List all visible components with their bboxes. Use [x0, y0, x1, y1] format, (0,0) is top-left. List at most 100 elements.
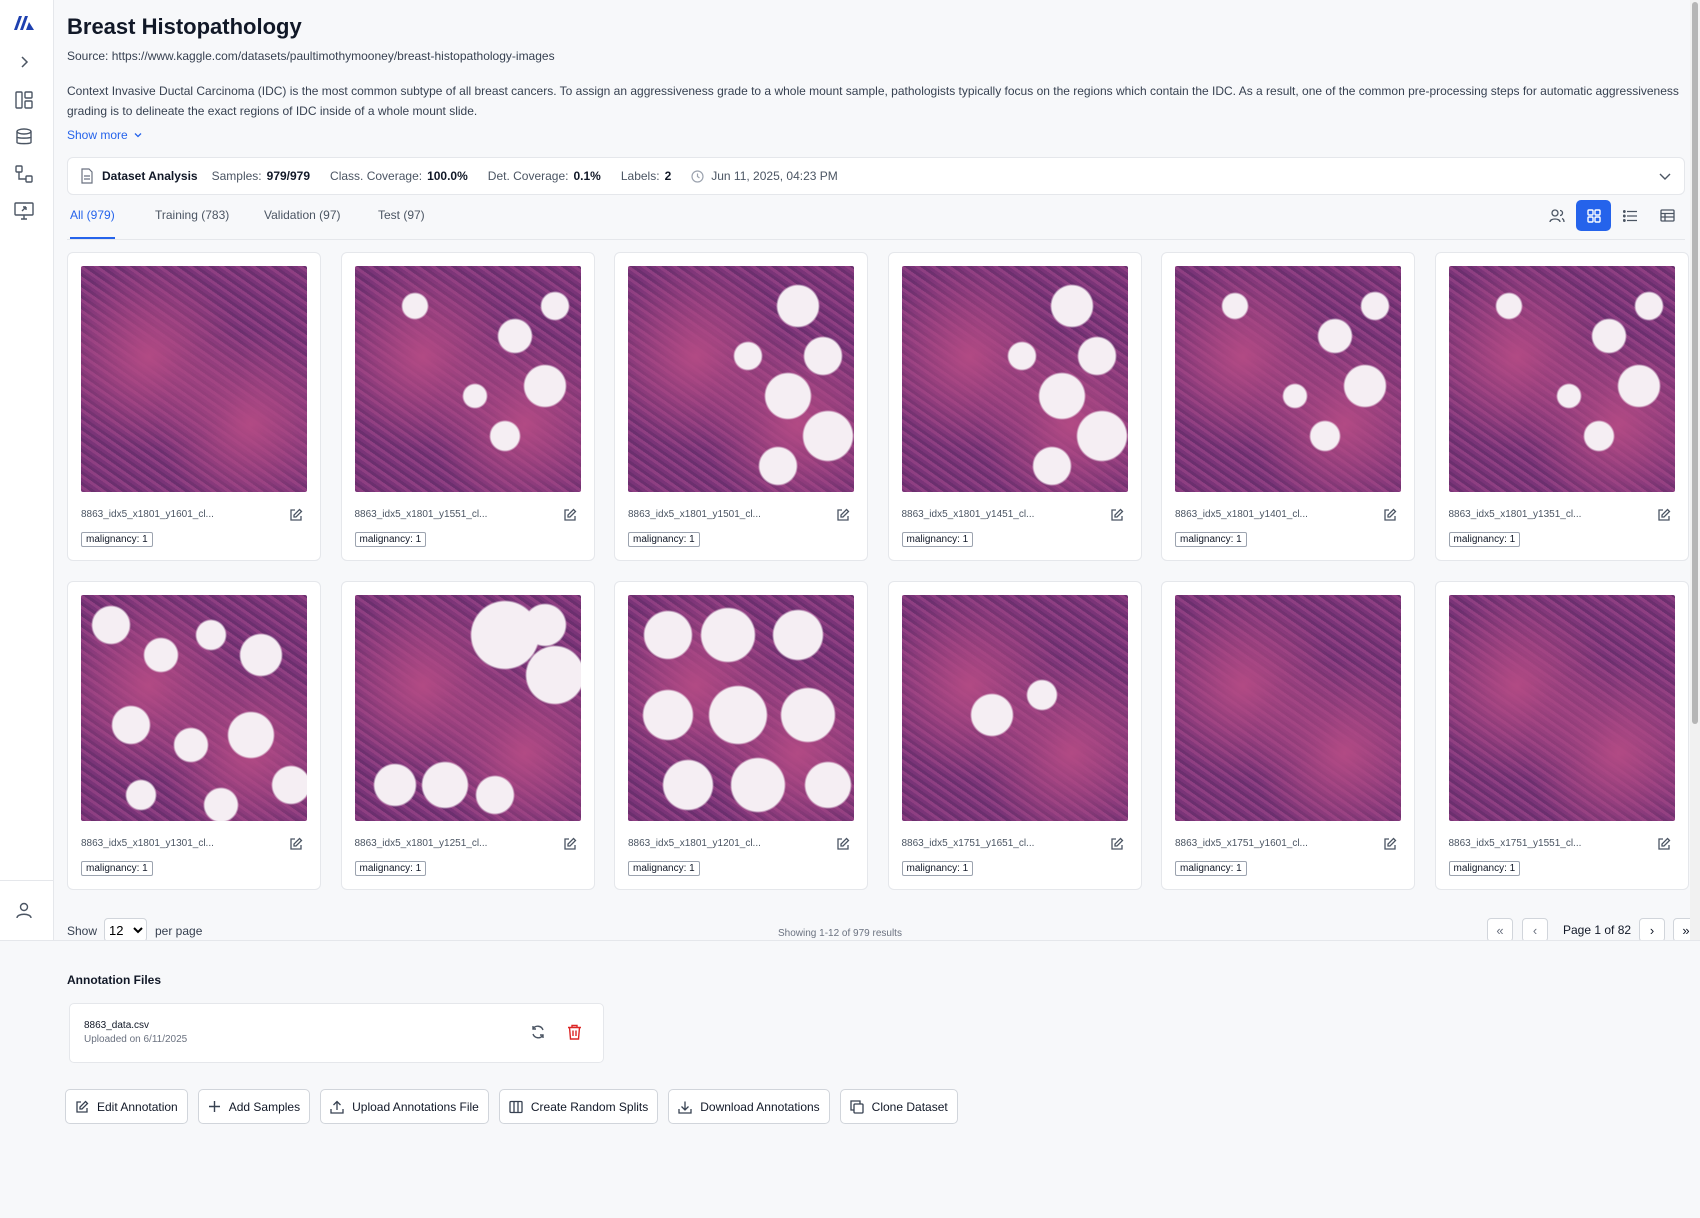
sample-card[interactable]: 8863_idx5_x1801_y1251_cl... malignancy: 1: [340, 581, 595, 890]
edit-icon[interactable]: [289, 837, 303, 856]
edit-icon[interactable]: [1657, 508, 1671, 527]
sample-thumbnail[interactable]: [901, 266, 1128, 492]
monitor-icon[interactable]: [13, 200, 35, 222]
upload-icon: [330, 1100, 344, 1114]
edit-icon[interactable]: [1383, 837, 1397, 856]
download-annotations-label: Download Annotations: [700, 1099, 820, 1114]
edit-icon[interactable]: [1110, 508, 1124, 527]
sample-thumbnail[interactable]: [901, 595, 1128, 821]
labels-stat: Labels: 2: [620, 169, 672, 183]
sample-card[interactable]: 8863_idx5_x1801_y1301_cl... malignancy: 1: [67, 581, 321, 890]
edit-icon[interactable]: [836, 508, 850, 527]
workflow-icon[interactable]: [13, 163, 35, 185]
tab-training[interactable]: Training (783): [155, 208, 229, 239]
grid-icon: [1586, 208, 1601, 223]
chevron-down-icon: [134, 133, 142, 138]
per-page-select[interactable]: 12: [104, 918, 147, 942]
chevron-down-icon[interactable]: [1658, 169, 1672, 183]
dataset-description: Context Invasive Ductal Carcinoma (IDC) …: [67, 84, 1679, 118]
results-summary: Showing 1-12 of 979 results: [778, 928, 902, 939]
grid-view-button[interactable]: [1576, 200, 1611, 231]
sample-thumbnail[interactable]: [628, 595, 854, 821]
dashboard-icon[interactable]: [13, 89, 35, 111]
scrollbar[interactable]: [1690, 0, 1700, 940]
brand-logo-icon[interactable]: [13, 12, 35, 34]
sample-card[interactable]: 8863_idx5_x1801_y1551_cl... malignancy: 1: [340, 252, 595, 561]
user-icon[interactable]: [13, 899, 35, 921]
edit-icon[interactable]: [563, 508, 577, 527]
download-annotations-button[interactable]: Download Annotations: [668, 1089, 830, 1124]
first-page-button[interactable]: «: [1487, 918, 1513, 942]
users-icon: [1548, 208, 1565, 222]
dataset-analysis-bar[interactable]: Dataset Analysis Samples: 979/979 Class. …: [67, 157, 1685, 195]
clone-dataset-button[interactable]: Clone Dataset: [839, 1089, 958, 1124]
tab-validation[interactable]: Validation (97): [264, 208, 341, 239]
label-badge: malignancy: 1: [901, 861, 974, 876]
scrollbar-thumb[interactable]: [1692, 2, 1698, 724]
sample-card[interactable]: 8863_idx5_x1751_y1601_cl... malignancy: 1: [1161, 581, 1415, 890]
edit-icon[interactable]: [563, 837, 577, 856]
table-view-button[interactable]: [1650, 200, 1685, 231]
sidebar: [0, 0, 54, 940]
edit-icon[interactable]: [289, 508, 303, 527]
sample-card[interactable]: 8863_idx5_x1751_y1651_cl... malignancy: 1: [887, 581, 1142, 890]
class-coverage-stat: Class. Coverage: 100.0%: [330, 169, 468, 183]
sample-card[interactable]: 8863_idx5_x1751_y1551_cl... malignancy: 1: [1434, 581, 1689, 890]
sample-thumbnail[interactable]: [1175, 595, 1401, 821]
label-badge: malignancy: 1: [354, 532, 427, 547]
sample-card[interactable]: 8863_idx5_x1801_y1201_cl... malignancy: 1: [614, 581, 868, 890]
upload-annotations-button[interactable]: Upload Annotations File: [320, 1089, 489, 1124]
list-icon: [1623, 209, 1637, 222]
analysis-timestamp: Jun 11, 2025, 04:23 PM: [711, 169, 838, 183]
trash-icon[interactable]: [567, 1024, 582, 1045]
edit-icon[interactable]: [1657, 837, 1671, 856]
sample-thumbnail[interactable]: [81, 266, 307, 492]
columns-icon: [509, 1100, 523, 1113]
annotators-view-button[interactable]: [1539, 200, 1574, 231]
edit-icon[interactable]: [1383, 508, 1397, 527]
tab-test[interactable]: Test (97): [378, 208, 425, 239]
prev-page-button[interactable]: ‹: [1522, 918, 1548, 942]
sample-thumbnail[interactable]: [1448, 595, 1675, 821]
annotation-files-title: Annotation Files: [67, 973, 161, 987]
sample-thumbnail[interactable]: [628, 266, 854, 492]
label-badge: malignancy: 1: [354, 861, 427, 876]
sample-card[interactable]: 8863_idx5_x1801_y1401_cl... malignancy: 1: [1161, 252, 1415, 561]
sample-card[interactable]: 8863_idx5_x1801_y1451_cl... malignancy: 1: [887, 252, 1142, 561]
tab-all[interactable]: All (979): [70, 208, 115, 239]
page-title: Breast Histopathology: [67, 14, 302, 39]
plus-icon: [208, 1101, 220, 1112]
sample-filename: 8863_idx5_x1751_y1601_cl...: [1175, 838, 1308, 849]
sample-thumbnail[interactable]: [81, 595, 307, 821]
list-view-button[interactable]: [1613, 200, 1648, 231]
refresh-icon[interactable]: [530, 1024, 546, 1045]
edit-icon[interactable]: [1110, 837, 1124, 856]
det-coverage-stat: Det. Coverage: 0.1%: [487, 169, 601, 183]
sample-card[interactable]: 8863_idx5_x1801_y1501_cl... malignancy: 1: [614, 252, 868, 561]
sample-card[interactable]: 8863_idx5_x1801_y1351_cl... malignancy: 1: [1434, 252, 1689, 561]
sample-thumbnail[interactable]: [1448, 266, 1675, 492]
split-tabs: All (979) Training (783) Validation (97)…: [67, 200, 1685, 240]
add-samples-button[interactable]: Add Samples: [197, 1089, 311, 1124]
database-icon[interactable]: [13, 126, 35, 148]
analysis-title: Dataset Analysis: [102, 169, 198, 183]
sample-thumbnail[interactable]: [1175, 266, 1401, 492]
expand-chevron-icon[interactable]: [13, 51, 35, 73]
annotation-file-date: Uploaded on 6/11/2025: [84, 1034, 188, 1045]
add-samples-label: Add Samples: [228, 1099, 301, 1114]
show-more-label: Show more: [67, 128, 128, 142]
edit-icon[interactable]: [836, 837, 850, 856]
show-more-link[interactable]: Show more: [67, 128, 143, 142]
next-page-button[interactable]: ›: [1639, 918, 1665, 942]
edit-annotation-button[interactable]: Edit Annotation: [65, 1089, 188, 1124]
create-random-splits-label: Create Random Splits: [530, 1099, 649, 1114]
create-random-splits-button[interactable]: Create Random Splits: [498, 1089, 659, 1124]
label-badge: malignancy: 1: [81, 861, 153, 876]
label-badge: malignancy: 1: [628, 532, 700, 547]
sample-card[interactable]: 8863_idx5_x1801_y1601_cl... malignancy: 1: [67, 252, 321, 561]
upload-annotations-label: Upload Annotations File: [352, 1099, 479, 1114]
sample-thumbnail[interactable]: [354, 266, 581, 492]
sample-thumbnail[interactable]: [354, 595, 581, 821]
sample-filename: 8863_idx5_x1801_y1251_cl...: [354, 838, 488, 849]
label-badge: malignancy: 1: [1175, 532, 1247, 547]
